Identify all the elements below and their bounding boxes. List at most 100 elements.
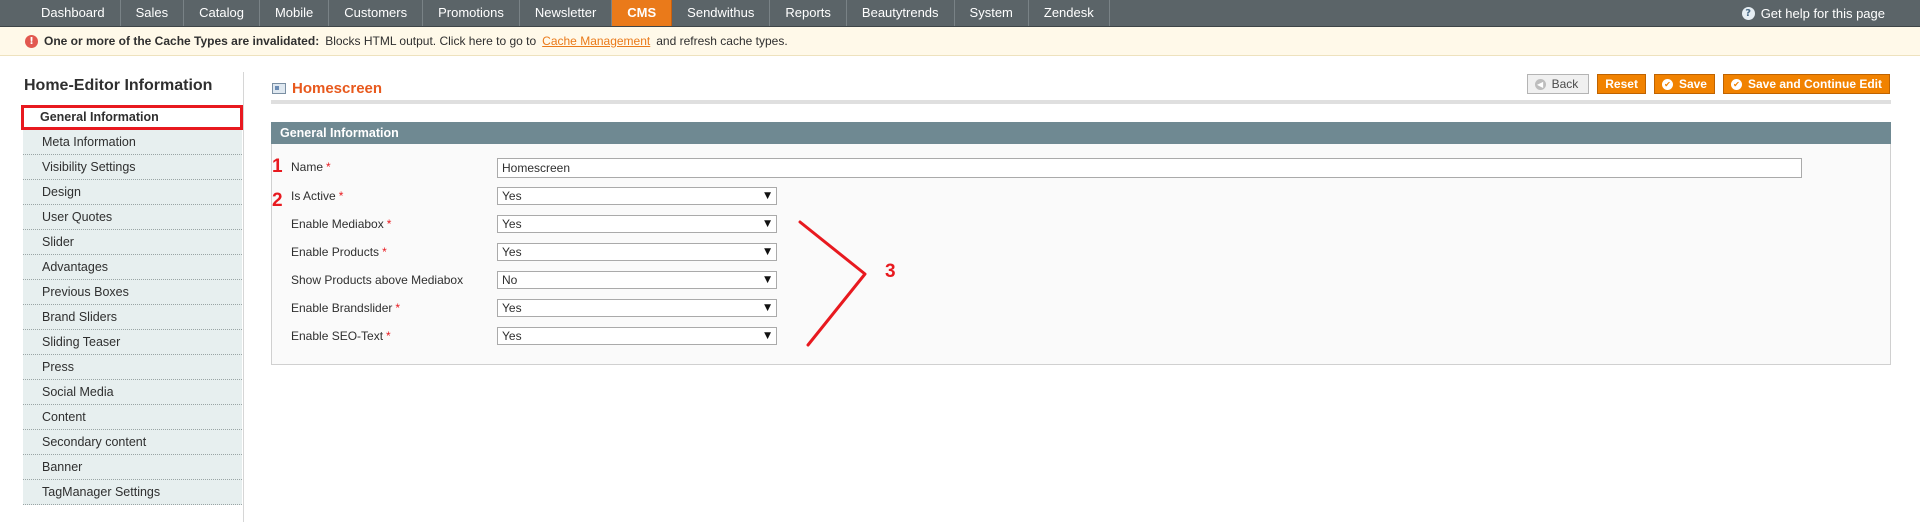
enable-products-select[interactable]: Yes ▼ <box>497 243 777 261</box>
enable-brandslider-select[interactable]: Yes ▼ <box>497 299 777 317</box>
field-label-text: Name <box>291 160 324 174</box>
annotation-number-2: 2 <box>272 190 283 211</box>
field-label-text: Enable Products <box>291 245 380 259</box>
tab-meta-information[interactable]: Meta Information <box>23 130 242 155</box>
tab-previous-boxes[interactable]: Previous Boxes <box>23 280 242 305</box>
field-label: Show Products above Mediabox <box>291 269 481 291</box>
form-row-name: Name * Homescreen <box>272 156 1872 178</box>
reset-button-label: Reset <box>1605 76 1638 91</box>
enable-seo-text-select[interactable]: Yes ▼ <box>497 327 777 345</box>
field-label: Enable Mediabox * <box>291 213 481 235</box>
back-button-label: Back <box>1551 76 1579 91</box>
error-icon: ! <box>25 34 38 48</box>
back-button[interactable]: ◀ Back <box>1526 74 1590 94</box>
dropdown-arrow-icon: ▼ <box>764 275 771 285</box>
enable-mediabox-select[interactable]: Yes ▼ <box>497 215 777 233</box>
nav-item-beautytrends[interactable]: Beautytrends <box>847 0 955 26</box>
select-value: Yes <box>502 217 522 231</box>
form-row-enable-seo-text: Enable SEO-Text * Yes ▼ <box>272 325 872 347</box>
annotation-bracket <box>798 220 867 347</box>
check-icon: ✔ <box>1730 78 1742 90</box>
save-and-continue-button[interactable]: ✔ Save and Continue Edit <box>1722 74 1890 94</box>
tab-press[interactable]: Press <box>23 355 242 380</box>
show-products-above-mediabox-select[interactable]: No ▼ <box>497 271 777 289</box>
tab-content[interactable]: Content <box>23 405 242 430</box>
sidebar-title: Home-Editor Information <box>24 77 213 94</box>
dropdown-arrow-icon: ▼ <box>764 331 771 341</box>
nav-item-customers[interactable]: Customers <box>329 0 424 26</box>
page-title-text: Homescreen <box>292 80 383 97</box>
required-mark: * <box>386 217 392 231</box>
form-row-enable-mediabox: Enable Mediabox * Yes ▼ <box>272 213 872 235</box>
help-icon: ? <box>1741 6 1755 20</box>
cache-management-link[interactable]: Cache Management <box>542 27 650 55</box>
form-row-show-products-above-mediabox: Show Products above Mediabox No ▼ <box>272 269 872 291</box>
nav-item-mobile[interactable]: Mobile <box>260 0 330 26</box>
tab-visibility-settings[interactable]: Visibility Settings <box>23 155 242 180</box>
save-button[interactable]: ✔ Save <box>1653 74 1715 94</box>
field-label: Name * <box>291 156 481 178</box>
required-mark: * <box>382 245 387 259</box>
tab-advantages[interactable]: Advantages <box>23 255 242 280</box>
dropdown-arrow-icon: ▼ <box>764 303 771 313</box>
tab-user-quotes[interactable]: User Quotes <box>23 205 242 230</box>
tab-social-media[interactable]: Social Media <box>23 380 242 405</box>
annotation-number-1: 1 <box>272 156 283 177</box>
nav-menu: Dashboard Sales Catalog Mobile Customers… <box>25 0 1110 26</box>
field-label-text: Is Active <box>291 189 336 203</box>
field-label: Enable Brandslider * <box>291 297 481 319</box>
nav-item-promotions[interactable]: Promotions <box>423 0 520 26</box>
dropdown-arrow-icon: ▼ <box>764 247 771 257</box>
reset-button[interactable]: Reset <box>1597 74 1646 94</box>
is-active-select[interactable]: Yes ▼ <box>497 187 777 205</box>
tab-design[interactable]: Design <box>23 180 242 205</box>
nav-item-catalog[interactable]: Catalog <box>184 0 260 26</box>
tab-brand-sliders[interactable]: Brand Sliders <box>23 305 242 330</box>
tab-general-information[interactable]: General Information <box>21 105 243 130</box>
nav-item-dashboard[interactable]: Dashboard <box>25 0 121 26</box>
select-value: No <box>502 273 518 287</box>
nav-item-sendwithus[interactable]: Sendwithus <box>672 0 771 26</box>
nav-item-system[interactable]: System <box>955 0 1029 26</box>
tab-tagmanager-settings[interactable]: TagManager Settings <box>23 480 242 505</box>
nav-item-cms[interactable]: CMS <box>612 0 673 26</box>
page-icon <box>272 83 286 94</box>
help-link[interactable]: ? Get help for this page <box>1741 0 1885 26</box>
name-input[interactable]: Homescreen <box>497 158 1802 178</box>
field-label-text: Show Products above Mediabox <box>291 273 464 287</box>
field-label: Enable SEO-Text * <box>291 325 481 347</box>
nav-item-sales[interactable]: Sales <box>121 0 185 26</box>
general-information-fieldset: Name * Homescreen Is Active * Yes ▼ Enable … <box>271 144 1891 365</box>
tab-secondary-content[interactable]: Secondary content <box>23 430 242 455</box>
dropdown-arrow-icon: ▼ <box>764 191 771 201</box>
save-and-continue-label: Save and Continue Edit <box>1747 76 1882 91</box>
tab-slider[interactable]: Slider <box>23 230 242 255</box>
cache-notice: ! One or more of the Cache Types are inv… <box>0 27 1920 56</box>
tab-banner[interactable]: Banner <box>23 455 242 480</box>
select-value: Yes <box>502 245 522 259</box>
nav-item-reports[interactable]: Reports <box>770 0 847 26</box>
nav-item-zendesk[interactable]: Zendesk <box>1029 0 1110 26</box>
select-value: Yes <box>502 301 522 315</box>
field-label-text: Enable SEO-Text <box>291 329 384 343</box>
required-mark: * <box>386 329 391 343</box>
save-button-label: Save <box>1678 76 1707 91</box>
field-label: Is Active * <box>291 185 481 207</box>
section-header: General Information <box>271 122 1891 144</box>
sidebar-tabs: General Information Meta Information Vis… <box>21 105 243 505</box>
field-label-text: Enable Mediabox <box>291 217 384 231</box>
notice-text-after: and refresh cache types. <box>656 34 788 48</box>
top-navigation: Dashboard Sales Catalog Mobile Customers… <box>0 0 1920 27</box>
nav-item-newsletter[interactable]: Newsletter <box>520 0 613 26</box>
required-mark: * <box>338 189 344 203</box>
select-value: Yes <box>502 189 522 203</box>
form-row-enable-brandslider: Enable Brandslider * Yes ▼ <box>272 297 872 319</box>
tab-sliding-teaser[interactable]: Sliding Teaser <box>23 330 242 355</box>
check-icon: ✔ <box>1661 78 1673 90</box>
select-value: Yes <box>502 329 522 343</box>
required-mark: * <box>326 160 331 174</box>
sidebar-divider <box>243 72 244 522</box>
field-label-text: Enable Brandslider <box>291 301 393 315</box>
form-buttons: ◀ Back Reset ✔ Save ✔ Save and Continue … <box>1526 74 1890 94</box>
annotation-number-3: 3 <box>885 261 896 282</box>
